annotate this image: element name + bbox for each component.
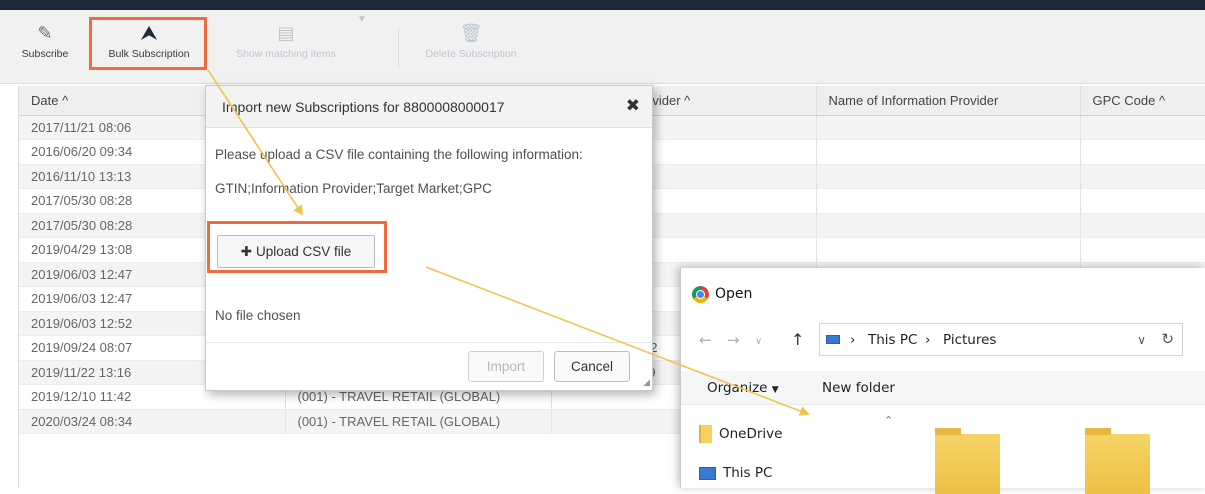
recent-locations-chevron-icon[interactable]: ∨ [755, 336, 762, 347]
scroll-up-icon[interactable]: ⌃ [884, 414, 893, 427]
file-dialog-command-bar: Organize ▼ New folder [681, 371, 1205, 405]
back-arrow-icon[interactable]: ← [699, 331, 712, 349]
computer-icon [699, 466, 716, 480]
cancel-button[interactable]: Cancel [554, 351, 630, 382]
cell-provider-name [816, 139, 1081, 165]
new-folder-button[interactable]: New folder [822, 380, 895, 396]
breadcrumb-this-pc[interactable]: This PC [868, 332, 917, 348]
close-icon[interactable]: ✖ [626, 96, 640, 116]
dialog-header: Import new Subscriptions for 88000080000… [206, 86, 652, 128]
app-top-bar [0, 0, 1205, 10]
resize-handle-icon[interactable]: ◢ [643, 377, 650, 388]
organize-menu[interactable]: Organize ▼ [707, 380, 779, 396]
folder-icon[interactable] [935, 428, 1000, 494]
import-button[interactable]: Import [468, 351, 544, 382]
cell-gpc-code [1080, 139, 1205, 165]
refresh-icon[interactable]: ↻ [1161, 330, 1174, 348]
cell-gpc-code [1080, 237, 1205, 263]
upload-icon: ⮝ [141, 23, 157, 43]
chevron-down-icon[interactable]: ∨ [1137, 333, 1146, 347]
caret-down-icon: ▼ [771, 385, 779, 395]
dialog-required-fields: GTIN;Information Provider;Target Market;… [215, 181, 492, 196]
file-open-dialog: Open ← → ∨ ↑ › This PC › Pictures ∨ ↻ Or… [680, 268, 1205, 494]
organize-label: Organize [707, 380, 768, 396]
nav-item-this-pc[interactable]: This PC [699, 465, 772, 481]
toolbar: ✎ Subscribe ⮝ Bulk Subscription ▤ Show m… [0, 10, 1205, 84]
dialog-footer: Import Cancel ◢ [206, 342, 652, 390]
import-subscriptions-dialog: Import new Subscriptions for 88000080000… [205, 85, 653, 391]
subscribe-button[interactable]: ✎ Subscribe [14, 18, 76, 80]
toolbar-separator [398, 28, 399, 68]
cell-gpc-code [1080, 213, 1205, 238]
bulk-subscription-label: Bulk Subscription [108, 48, 190, 60]
upload-csv-button[interactable]: ✚ Upload CSV file [217, 235, 375, 268]
cell-provider-name [816, 237, 1081, 263]
cell-provider-name [816, 213, 1081, 238]
column-header-gpc-code[interactable]: GPC Code ^ [1080, 86, 1205, 116]
cell-gpc-code [1080, 164, 1205, 189]
path-separator-icon: › [925, 332, 931, 348]
upload-csv-label: Upload CSV file [256, 244, 352, 259]
folder-icon [699, 425, 712, 443]
nav-item-onedrive[interactable]: OneDrive [699, 425, 782, 443]
list-icon: ▤ [277, 23, 295, 43]
subscribe-label: Subscribe [21, 48, 69, 60]
show-matching-label: Show matching items [236, 48, 336, 60]
forward-arrow-icon[interactable]: → [727, 331, 740, 349]
cell-date: 2020/03/24 08:34 [19, 409, 286, 434]
folder-icon[interactable] [1085, 428, 1150, 494]
breadcrumb-pictures[interactable]: Pictures [943, 332, 996, 348]
dialog-title: Import new Subscriptions for 88000080000… [222, 99, 505, 115]
nav-item-label: This PC [723, 465, 773, 481]
file-dialog-title: Open [715, 286, 753, 302]
trash-icon: 🗑 [459, 23, 483, 43]
file-status: No file chosen [215, 308, 301, 323]
address-bar[interactable]: › This PC › Pictures ∨ ↻ [819, 323, 1183, 356]
column-header-provider-name[interactable]: Name of Information Provider [816, 86, 1081, 116]
chevron-down-icon: ▼ [357, 14, 367, 25]
cell-target-market: (001) - TRAVEL RETAIL (GLOBAL) [285, 409, 552, 434]
cell-provider-name [816, 164, 1081, 189]
bulk-subscription-button[interactable]: ⮝ Bulk Subscription [96, 18, 202, 80]
edit-icon: ✎ [37, 23, 53, 43]
cell-provider-name [816, 188, 1081, 214]
up-arrow-icon[interactable]: ↑ [791, 330, 804, 349]
cell-gpc-code [1080, 188, 1205, 214]
navigation-pane: OneDrive This PC [681, 405, 886, 488]
cell-provider-name [816, 115, 1081, 140]
show-matching-items-button[interactable]: ▤ Show matching items ▼ [211, 14, 367, 80]
cell-gpc-code [1080, 115, 1205, 140]
dialog-instruction: Please upload a CSV file containing the … [215, 147, 583, 162]
nav-item-label: OneDrive [719, 426, 783, 442]
delete-subscription-button[interactable]: 🗑 Delete Subscription [410, 18, 532, 80]
delete-subscription-label: Delete Subscription [425, 48, 517, 60]
chrome-icon [692, 286, 709, 303]
plus-icon: ✚ [240, 244, 252, 259]
path-separator-icon: › [850, 332, 856, 348]
this-pc-icon [826, 335, 840, 344]
